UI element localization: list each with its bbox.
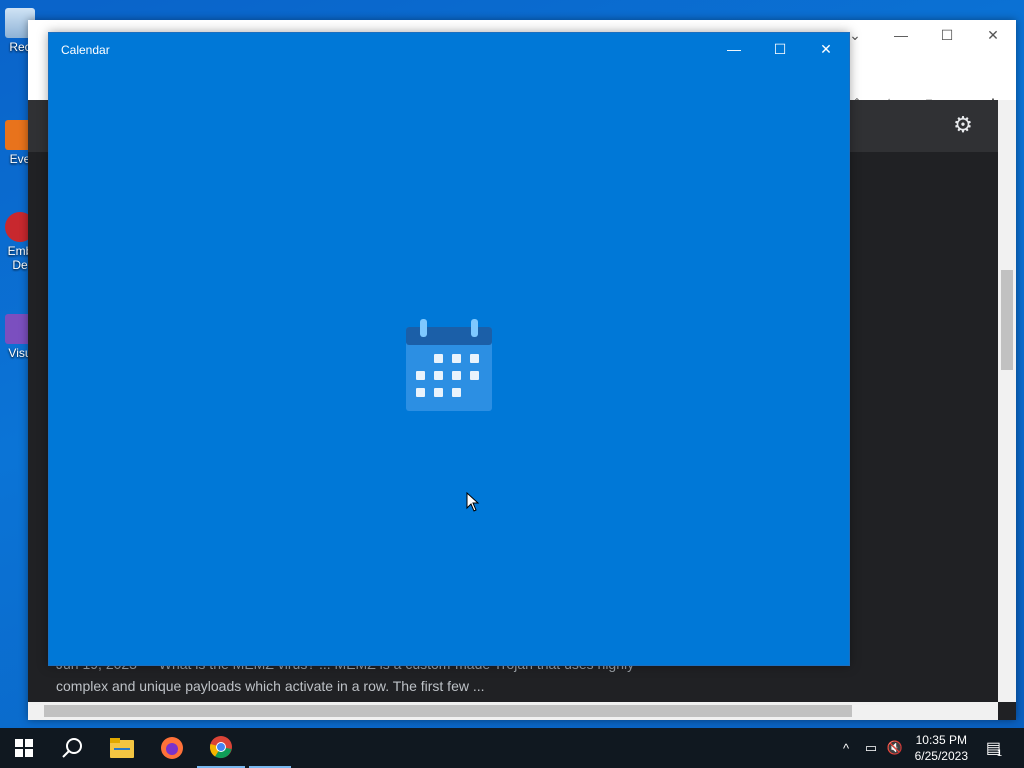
notification-center-button[interactable]: ▤ 1 [980, 728, 1008, 768]
system-clock[interactable]: 10:35 PM 6/25/2023 [915, 732, 968, 764]
start-icon [15, 739, 33, 757]
network-icon[interactable]: ▭ [860, 728, 882, 768]
chevron-up-icon[interactable]: ^ [836, 728, 856, 768]
notification-badge: 1 [997, 748, 1003, 758]
search-button[interactable] [48, 728, 96, 768]
file-explorer-button[interactable] [98, 728, 146, 768]
minimize-button[interactable]: — [878, 20, 924, 50]
result-snippet-line2: complex and unique payloads which activa… [56, 678, 485, 694]
search-icon [62, 738, 82, 758]
mouse-cursor-icon [466, 492, 480, 512]
window-title: Calendar [61, 43, 110, 57]
chrome-icon [209, 736, 232, 759]
maximize-button[interactable]: ☐ [757, 33, 803, 65]
chrome-button[interactable] [197, 728, 245, 768]
clock-time: 10:35 PM [915, 733, 967, 747]
horizontal-scrollbar[interactable] [28, 702, 998, 720]
calendar-taskbar-button[interactable] [249, 728, 291, 768]
maximize-button[interactable]: ☐ [924, 20, 970, 50]
scroll-thumb[interactable] [44, 705, 852, 717]
clock-date: 6/25/2023 [914, 749, 968, 763]
volume-muted-icon[interactable]: 🔇 [884, 728, 906, 768]
close-button[interactable]: ✕ [803, 33, 849, 65]
minimize-button[interactable]: — [711, 33, 757, 65]
start-button[interactable] [0, 728, 48, 768]
scroll-thumb[interactable] [1001, 270, 1013, 370]
file-explorer-icon [110, 738, 134, 758]
firefox-icon [161, 737, 183, 759]
calendar-window[interactable]: Calendar — ☐ ✕ [48, 32, 850, 666]
close-button[interactable]: ✕ [970, 20, 1016, 50]
gear-icon[interactable]: ⚙ [950, 112, 976, 138]
vertical-scrollbar[interactable] [998, 100, 1016, 702]
calendar-icon [406, 319, 492, 411]
taskbar: ^ ▭ 🔇 10:35 PM 6/25/2023 ▤ 1 [0, 728, 1024, 768]
firefox-button[interactable] [148, 728, 196, 768]
